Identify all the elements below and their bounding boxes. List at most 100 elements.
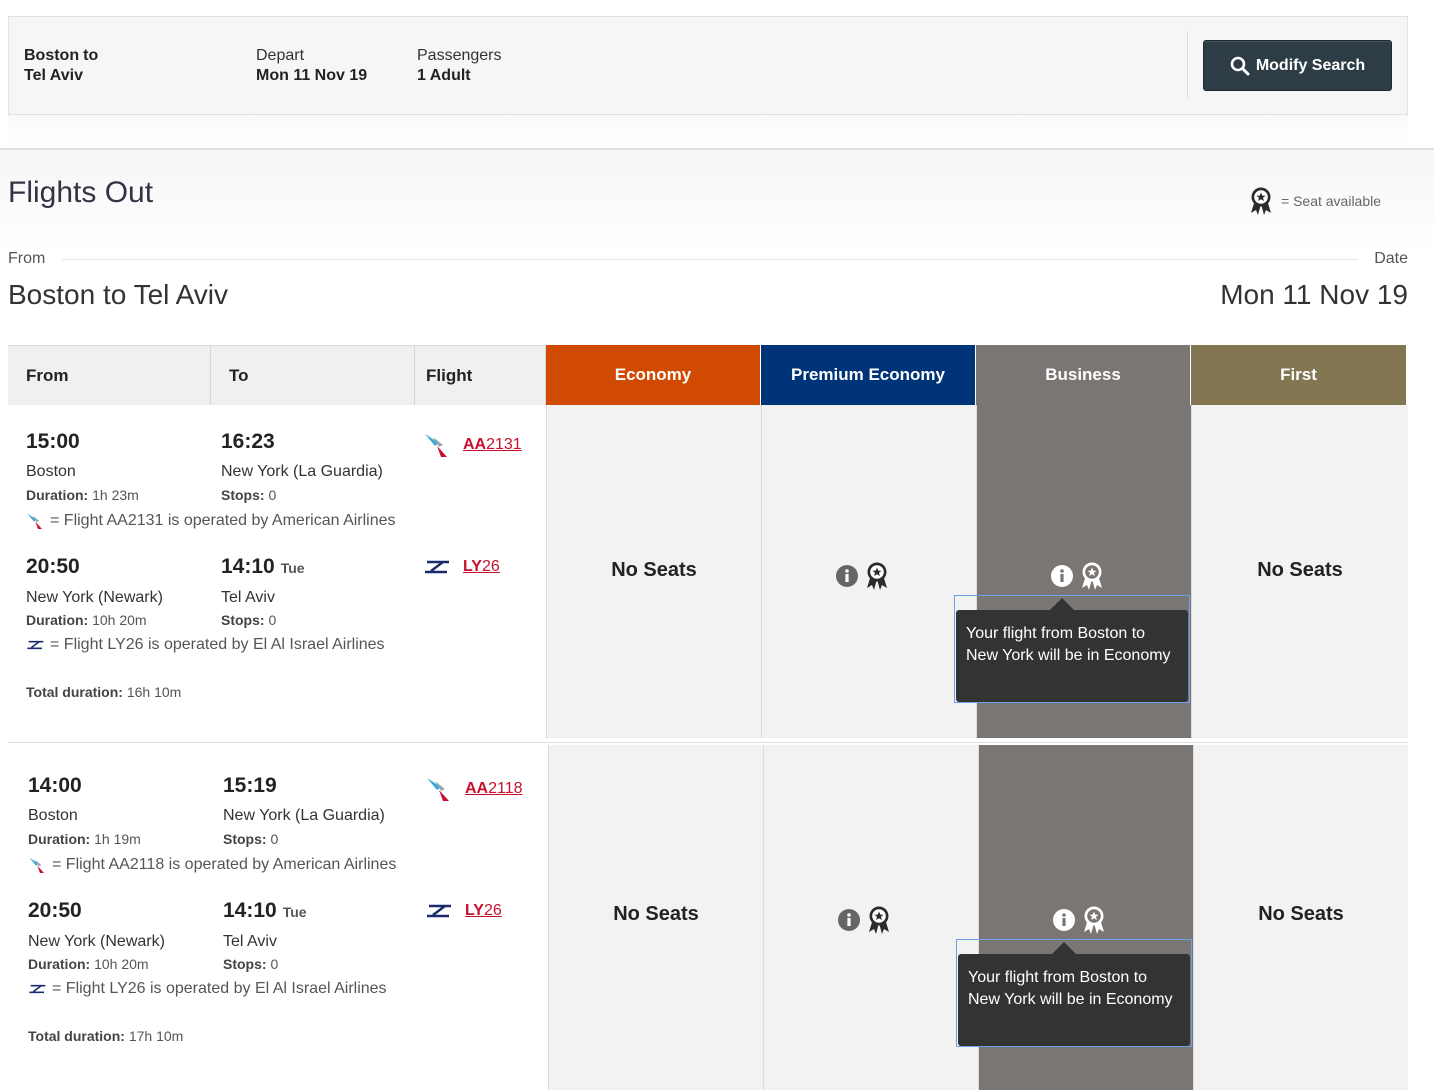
- duration-label: Duration:: [28, 956, 91, 972]
- first-cell[interactable]: No Seats: [1193, 745, 1408, 1090]
- flights-table: From To Flight Economy Premium Economy B…: [8, 345, 1408, 1090]
- header-economy: Economy: [546, 345, 760, 405]
- tooltip-arrow: [1052, 942, 1076, 954]
- info-icon[interactable]: [837, 908, 861, 932]
- american-airlines-icon: [427, 778, 449, 801]
- el-al-icon: [27, 640, 44, 650]
- duration: Duration: 10h 20m: [28, 956, 149, 972]
- passengers-label: Passengers: [417, 47, 502, 64]
- tooltip-text: Your flight from Boston to New York will…: [958, 954, 1190, 1046]
- modify-search-label: Modify Search: [1255, 56, 1366, 74]
- arrival-time: 15:19: [223, 774, 277, 798]
- header-from: From: [8, 345, 211, 405]
- search-divider: [1187, 31, 1188, 99]
- availability-icons: [835, 560, 889, 592]
- operated-by-note: = Flight AA2131 is operated by American …: [26, 511, 396, 531]
- duration-label: Duration:: [28, 831, 91, 847]
- no-seats-label: No Seats: [1258, 903, 1344, 925]
- american-airlines-icon: [29, 857, 44, 873]
- departure-time: 15:00: [26, 430, 80, 453]
- search-to-word: to: [83, 47, 99, 64]
- flight-number: 26: [481, 558, 500, 575]
- page-title: Flights Out: [8, 176, 154, 209]
- operated-by-note: = Flight LY26 is operated by El Al Israe…: [28, 980, 387, 998]
- flight-option-row: 15:00 16:23 AA2131 Boston New York (La G…: [8, 405, 1408, 738]
- operated-by-text: = Flight LY26 is operated by El Al Israe…: [52, 980, 387, 997]
- search-origin: Boston: [24, 47, 80, 64]
- el-al-icon: [427, 904, 451, 918]
- from-label: From: [8, 250, 46, 267]
- flight-number: 2118: [488, 780, 523, 797]
- search-summary-bar: Boston to Tel Aviv Depart Mon 11 Nov 19 P…: [8, 16, 1408, 115]
- search-route: Boston to Tel Aviv: [24, 46, 98, 86]
- info-icon[interactable]: [835, 564, 859, 588]
- operated-by-note: = Flight AA2118 is operated by American …: [28, 855, 396, 875]
- flight-number-link[interactable]: AA2118: [425, 775, 523, 803]
- stops-value: 0: [268, 487, 277, 503]
- no-seats-label: No Seats: [613, 903, 699, 925]
- modify-search-button[interactable]: Modify Search: [1203, 40, 1392, 91]
- first-cell[interactable]: No Seats: [1191, 405, 1408, 738]
- seat-legend: = Seat available: [1249, 186, 1381, 216]
- economy-cell[interactable]: No Seats: [546, 405, 761, 738]
- route-title: Boston to Tel Aviv: [8, 279, 228, 310]
- flight-number-link[interactable]: AA2131: [423, 431, 522, 459]
- header-first: First: [1191, 345, 1406, 405]
- premium-economy-cell[interactable]: [761, 405, 976, 738]
- duration: Duration: 10h 20m: [26, 612, 147, 628]
- route-date: Mon 11 Nov 19: [1220, 279, 1408, 310]
- seat-legend-text: = Seat available: [1281, 193, 1382, 209]
- availability-icons: [837, 904, 891, 936]
- premium-economy-cell[interactable]: [763, 745, 978, 1090]
- stops-value: 0: [270, 831, 279, 847]
- depart-field: Depart Mon 11 Nov 19: [256, 46, 367, 86]
- arrival-time-value: 14:10: [221, 555, 275, 578]
- seat-available-icon: [1082, 562, 1102, 590]
- row-divider: [8, 742, 1408, 743]
- arrival-time-value: 16:23: [221, 430, 275, 453]
- american-airlines-icon: [27, 513, 42, 529]
- label-divider: [62, 259, 1358, 260]
- info-icon[interactable]: [1052, 908, 1076, 932]
- search-destination: Tel Aviv: [24, 67, 83, 84]
- flight-number-link[interactable]: LY26: [425, 900, 502, 922]
- seat-available-icon: [1084, 906, 1104, 934]
- search-icon: [1230, 56, 1250, 75]
- flight-prefix: AA: [463, 436, 487, 453]
- flight-prefix: LY: [463, 558, 482, 575]
- departure-time: 20:50: [28, 899, 82, 922]
- arrival-time-value: 14:10: [223, 899, 277, 922]
- stops: Stops: 0: [221, 487, 276, 503]
- duration: Duration: 1h 23m: [26, 487, 139, 503]
- flight-prefix: LY: [465, 902, 484, 919]
- economy-cell[interactable]: No Seats: [548, 745, 763, 1090]
- stops: Stops: 0: [223, 956, 278, 972]
- availability-icons: [1052, 904, 1106, 936]
- info-icon[interactable]: [1050, 564, 1074, 588]
- departure-place: New York (Newark): [28, 933, 165, 950]
- header-premium-economy: Premium Economy: [761, 345, 975, 405]
- flight-details: 14:00 15:19 AA2118 Boston New York (La G…: [10, 745, 548, 1090]
- stops: Stops: 0: [221, 612, 276, 628]
- departure-time: 20:50: [26, 555, 80, 578]
- flight-number-link[interactable]: LY26: [423, 556, 500, 578]
- arrival-place: Tel Aviv: [223, 933, 277, 950]
- date-label: Date: [1374, 250, 1408, 267]
- availability-icons: [1050, 560, 1104, 592]
- arrival-place: New York (La Guardia): [223, 807, 385, 824]
- total-duration-value: 16h 10m: [126, 684, 182, 700]
- header-flight: Flight: [415, 345, 546, 405]
- departure-time: 14:00: [28, 774, 82, 797]
- flight-details: 15:00 16:23 AA2131 Boston New York (La G…: [8, 405, 546, 738]
- arrival-time: 16:23: [221, 430, 275, 454]
- stops-value: 0: [268, 612, 277, 628]
- total-duration: Total duration: 16h 10m: [26, 684, 181, 700]
- total-duration-value: 17h 10m: [128, 1028, 184, 1044]
- flight-option-row: 14:00 15:19 AA2118 Boston New York (La G…: [8, 745, 1408, 1090]
- total-duration: Total duration: 17h 10m: [28, 1028, 183, 1044]
- passengers-value: 1 Adult: [417, 67, 471, 84]
- tooltip-text: Your flight from Boston to New York will…: [956, 610, 1188, 702]
- no-seats-label: No Seats: [611, 559, 697, 581]
- header-business: Business: [976, 345, 1190, 405]
- stops-label: Stops:: [223, 956, 267, 972]
